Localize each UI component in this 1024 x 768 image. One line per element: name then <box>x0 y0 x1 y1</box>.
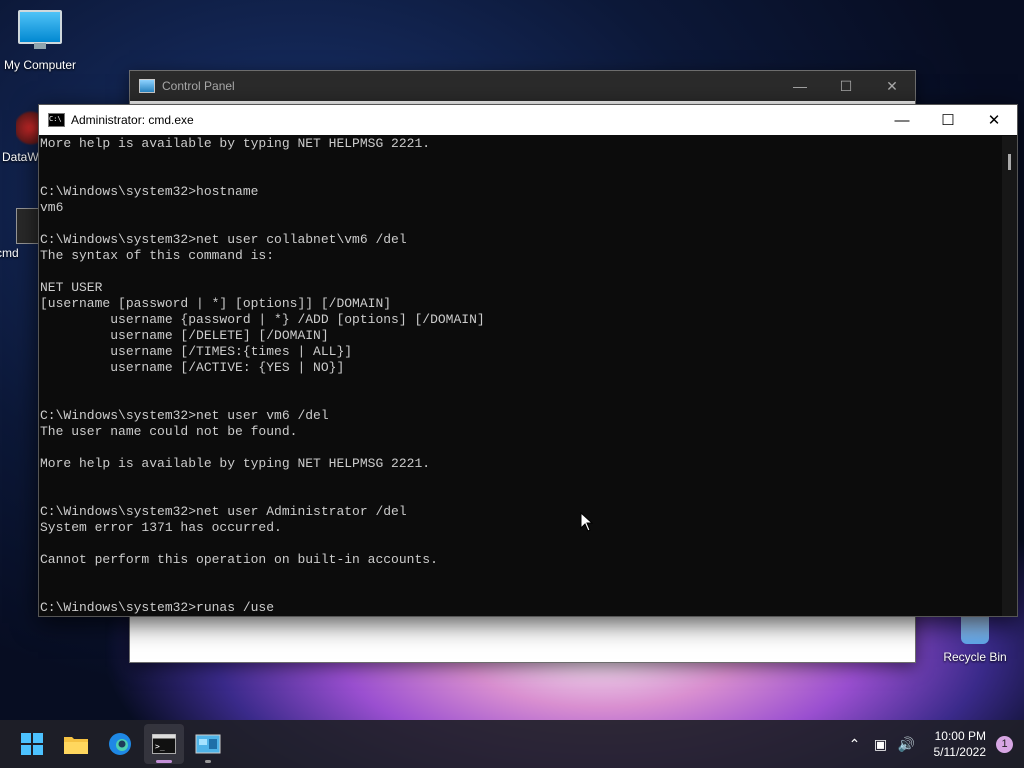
console-line: More help is available by typing NET HEL… <box>40 456 431 471</box>
desktop-icon-my-computer[interactable]: My Computer <box>0 10 80 72</box>
console-line: username [/TIMES:{times | ALL}] <box>40 344 353 359</box>
console-line: The user name could not be found. <box>40 424 298 439</box>
edge-browser-icon <box>109 733 131 755</box>
console-line: username {password | *} /ADD [options] [… <box>40 312 485 327</box>
console-line: C:\Windows\system32>hostname <box>40 184 259 199</box>
console-line: More help is available by typing NET HEL… <box>40 136 431 151</box>
notification-badge[interactable]: 1 <box>996 735 1013 753</box>
console-line: vm6 <box>40 200 64 215</box>
mouse-cursor-icon <box>580 512 594 532</box>
desktop-icon-label: My Computer <box>3 58 77 72</box>
cmd-icon: C:\ <box>48 113 65 127</box>
system-tray: ⌃ ▣ 🔊 10:00 PM 5/11/2022 1 <box>842 720 1024 768</box>
control-panel-icon <box>139 79 155 93</box>
close-button[interactable]: ✕ <box>971 105 1017 135</box>
minimize-button[interactable]: — <box>879 105 925 135</box>
console-line: username [/DELETE] [/DOMAIN] <box>40 328 329 343</box>
taskbar-terminal[interactable]: >_ <box>144 724 184 764</box>
taskbar: >_ ⌃ ▣ 🔊 10:00 PM 5/11/2022 1 <box>0 720 1024 768</box>
desktop-icon-label: Recycle Bin <box>943 650 1007 664</box>
maximize-button[interactable]: ☐ <box>823 71 869 101</box>
svg-text:>_: >_ <box>155 742 165 751</box>
clock-time: 10:00 PM <box>934 729 986 743</box>
scroll-thumb[interactable] <box>1008 154 1011 170</box>
cmd-titlebar[interactable]: C:\ Administrator: cmd.exe — ☐ ✕ <box>39 105 1017 135</box>
network-icon[interactable]: ▣ <box>869 736 893 753</box>
console-line: C:\Windows\system32>net user collabnet\v… <box>40 232 407 247</box>
control-panel-icon <box>195 734 221 754</box>
volume-icon[interactable]: 🔊 <box>895 736 919 753</box>
console-output[interactable]: More help is available by typing NET HEL… <box>39 136 1002 616</box>
window-title: Control Panel <box>162 79 235 93</box>
console-line: System error 1371 has occurred. <box>40 520 282 535</box>
clock[interactable]: 10:00 PM 5/11/2022 <box>934 728 987 760</box>
chevron-up-icon[interactable]: ⌃ <box>843 736 867 753</box>
console-line: Cannot perform this operation on built-i… <box>40 552 438 567</box>
vertical-scrollbar[interactable] <box>1002 136 1017 616</box>
cmd-window[interactable]: C:\ Administrator: cmd.exe — ☐ ✕ More he… <box>38 104 1018 617</box>
taskbar-control-panel[interactable] <box>188 724 228 764</box>
console-line: username [/ACTIVE: {YES | NO}] <box>40 360 345 375</box>
console-line: C:\Windows\system32>net user Administrat… <box>40 504 407 519</box>
windows-logo-icon <box>21 733 43 755</box>
console-line: C:\Windows\system32>runas /use <box>40 600 275 615</box>
maximize-button[interactable]: ☐ <box>925 105 971 135</box>
minimize-button[interactable]: — <box>777 71 823 101</box>
close-button[interactable]: ✕ <box>869 71 915 101</box>
folder-icon <box>64 737 88 754</box>
desktop-icon-recycle-bin[interactable]: Recycle Bin <box>935 612 1015 664</box>
start-button[interactable] <box>12 724 52 764</box>
control-panel-titlebar[interactable]: Control Panel — ☐ ✕ <box>130 71 915 101</box>
console-line: C:\Windows\system32>net user vm6 /del <box>40 408 329 423</box>
terminal-icon: >_ <box>152 734 176 754</box>
monitor-icon <box>18 10 62 49</box>
console-line: NET USER <box>40 280 103 295</box>
console-line: [username [password | *] [options]] [/DO… <box>40 296 392 311</box>
taskbar-edge[interactable] <box>100 724 140 764</box>
taskbar-file-explorer[interactable] <box>56 724 96 764</box>
console-line: The syntax of this command is: <box>40 248 275 263</box>
clock-date: 5/11/2022 <box>933 745 987 759</box>
window-title: Administrator: cmd.exe <box>71 113 194 127</box>
